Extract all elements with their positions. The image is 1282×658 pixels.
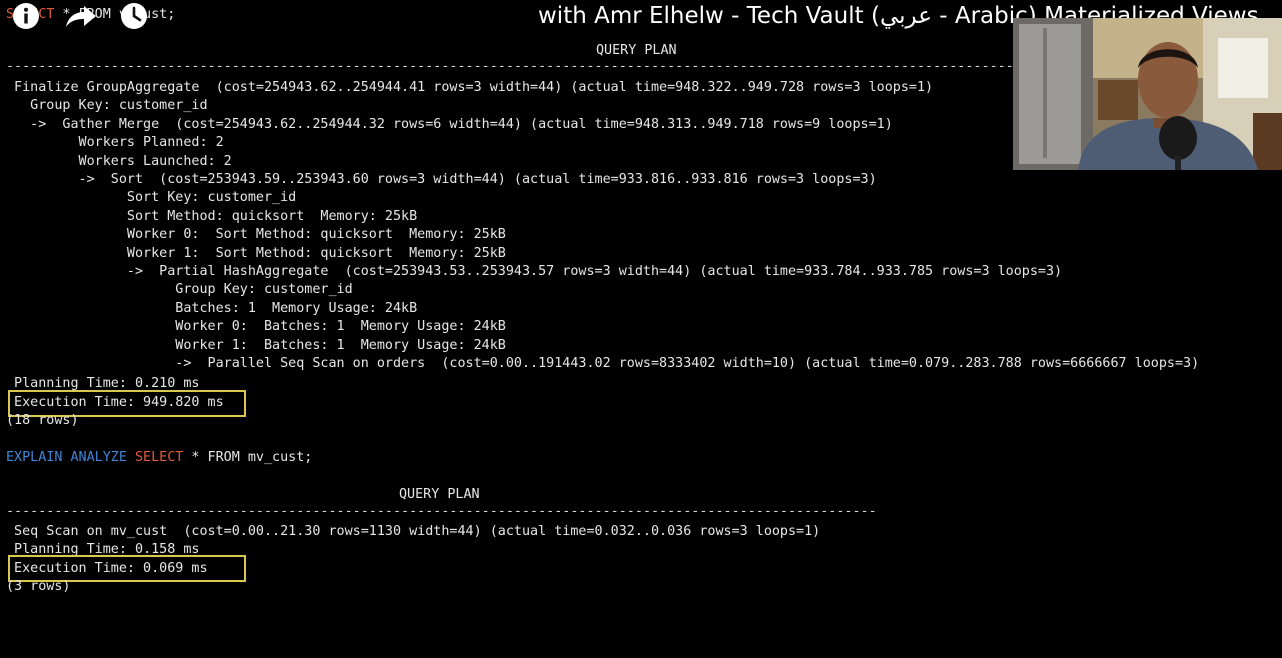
plan-line: Worker 1: Batches: 1 Memory Usage: 24kB bbox=[6, 337, 506, 353]
plan-line: -> Parallel Seq Scan on orders (cost=0.0… bbox=[6, 356, 1200, 371]
analyze-keyword: ANALYZE bbox=[70, 450, 127, 465]
query2-separator: ----------------------------------------… bbox=[6, 504, 879, 519]
plan-line: -> Sort (cost=253943.59..253943.60 rows=… bbox=[6, 172, 877, 187]
query2-command: EXPLAIN ANALYZE SELECT * FROM mv_cust; bbox=[6, 449, 312, 467]
plan-line: Sort Method: quicksort Memory: 25kB bbox=[6, 208, 418, 224]
plan-line: Batches: 1 Memory Usage: 24kB bbox=[6, 300, 418, 316]
plan-line: Workers Planned: 2 bbox=[6, 135, 224, 151]
plan-line: Finalize GroupAggregate (cost=254943.62.… bbox=[6, 80, 934, 95]
plan-line: Group Key: customer_id bbox=[6, 282, 353, 298]
query1-separator: ----------------------------------------… bbox=[6, 59, 1016, 74]
plan-line: Group Key: customer_id bbox=[6, 98, 208, 114]
plan-line: Workers Launched: 2 bbox=[6, 153, 232, 169]
plan-line: -> Partial HashAggregate (cost=253943.53… bbox=[6, 264, 1063, 279]
share-icon[interactable] bbox=[64, 2, 98, 30]
query1-row-count: (18 rows) bbox=[6, 413, 79, 428]
webcam-overlay bbox=[1013, 18, 1282, 170]
plan-line: Worker 0: Batches: 1 Memory Usage: 24kB bbox=[6, 319, 506, 335]
watch-later-icon[interactable] bbox=[120, 2, 148, 30]
plan-line: Worker 1: Sort Method: quicksort Memory:… bbox=[6, 245, 506, 261]
plan-line: Seq Scan on mv_cust (cost=0.00..21.30 ro… bbox=[6, 524, 821, 539]
plan-line: Sort Key: customer_id bbox=[6, 190, 297, 206]
plan-line: -> Gather Merge (cost=254943.62..254944.… bbox=[6, 116, 893, 132]
select-keyword: SELECT bbox=[135, 450, 184, 465]
info-icon[interactable] bbox=[12, 2, 40, 30]
query2-plan-header: QUERY PLAN bbox=[399, 487, 480, 502]
explain-keyword: EXPLAIN bbox=[6, 450, 63, 465]
plan-line: Worker 0: Sort Method: quicksort Memory:… bbox=[6, 227, 506, 243]
query2-row-count: (3 rows) bbox=[6, 579, 71, 594]
query2-command-rest: * FROM mv_cust; bbox=[183, 450, 313, 465]
webcam-image bbox=[1013, 18, 1282, 170]
